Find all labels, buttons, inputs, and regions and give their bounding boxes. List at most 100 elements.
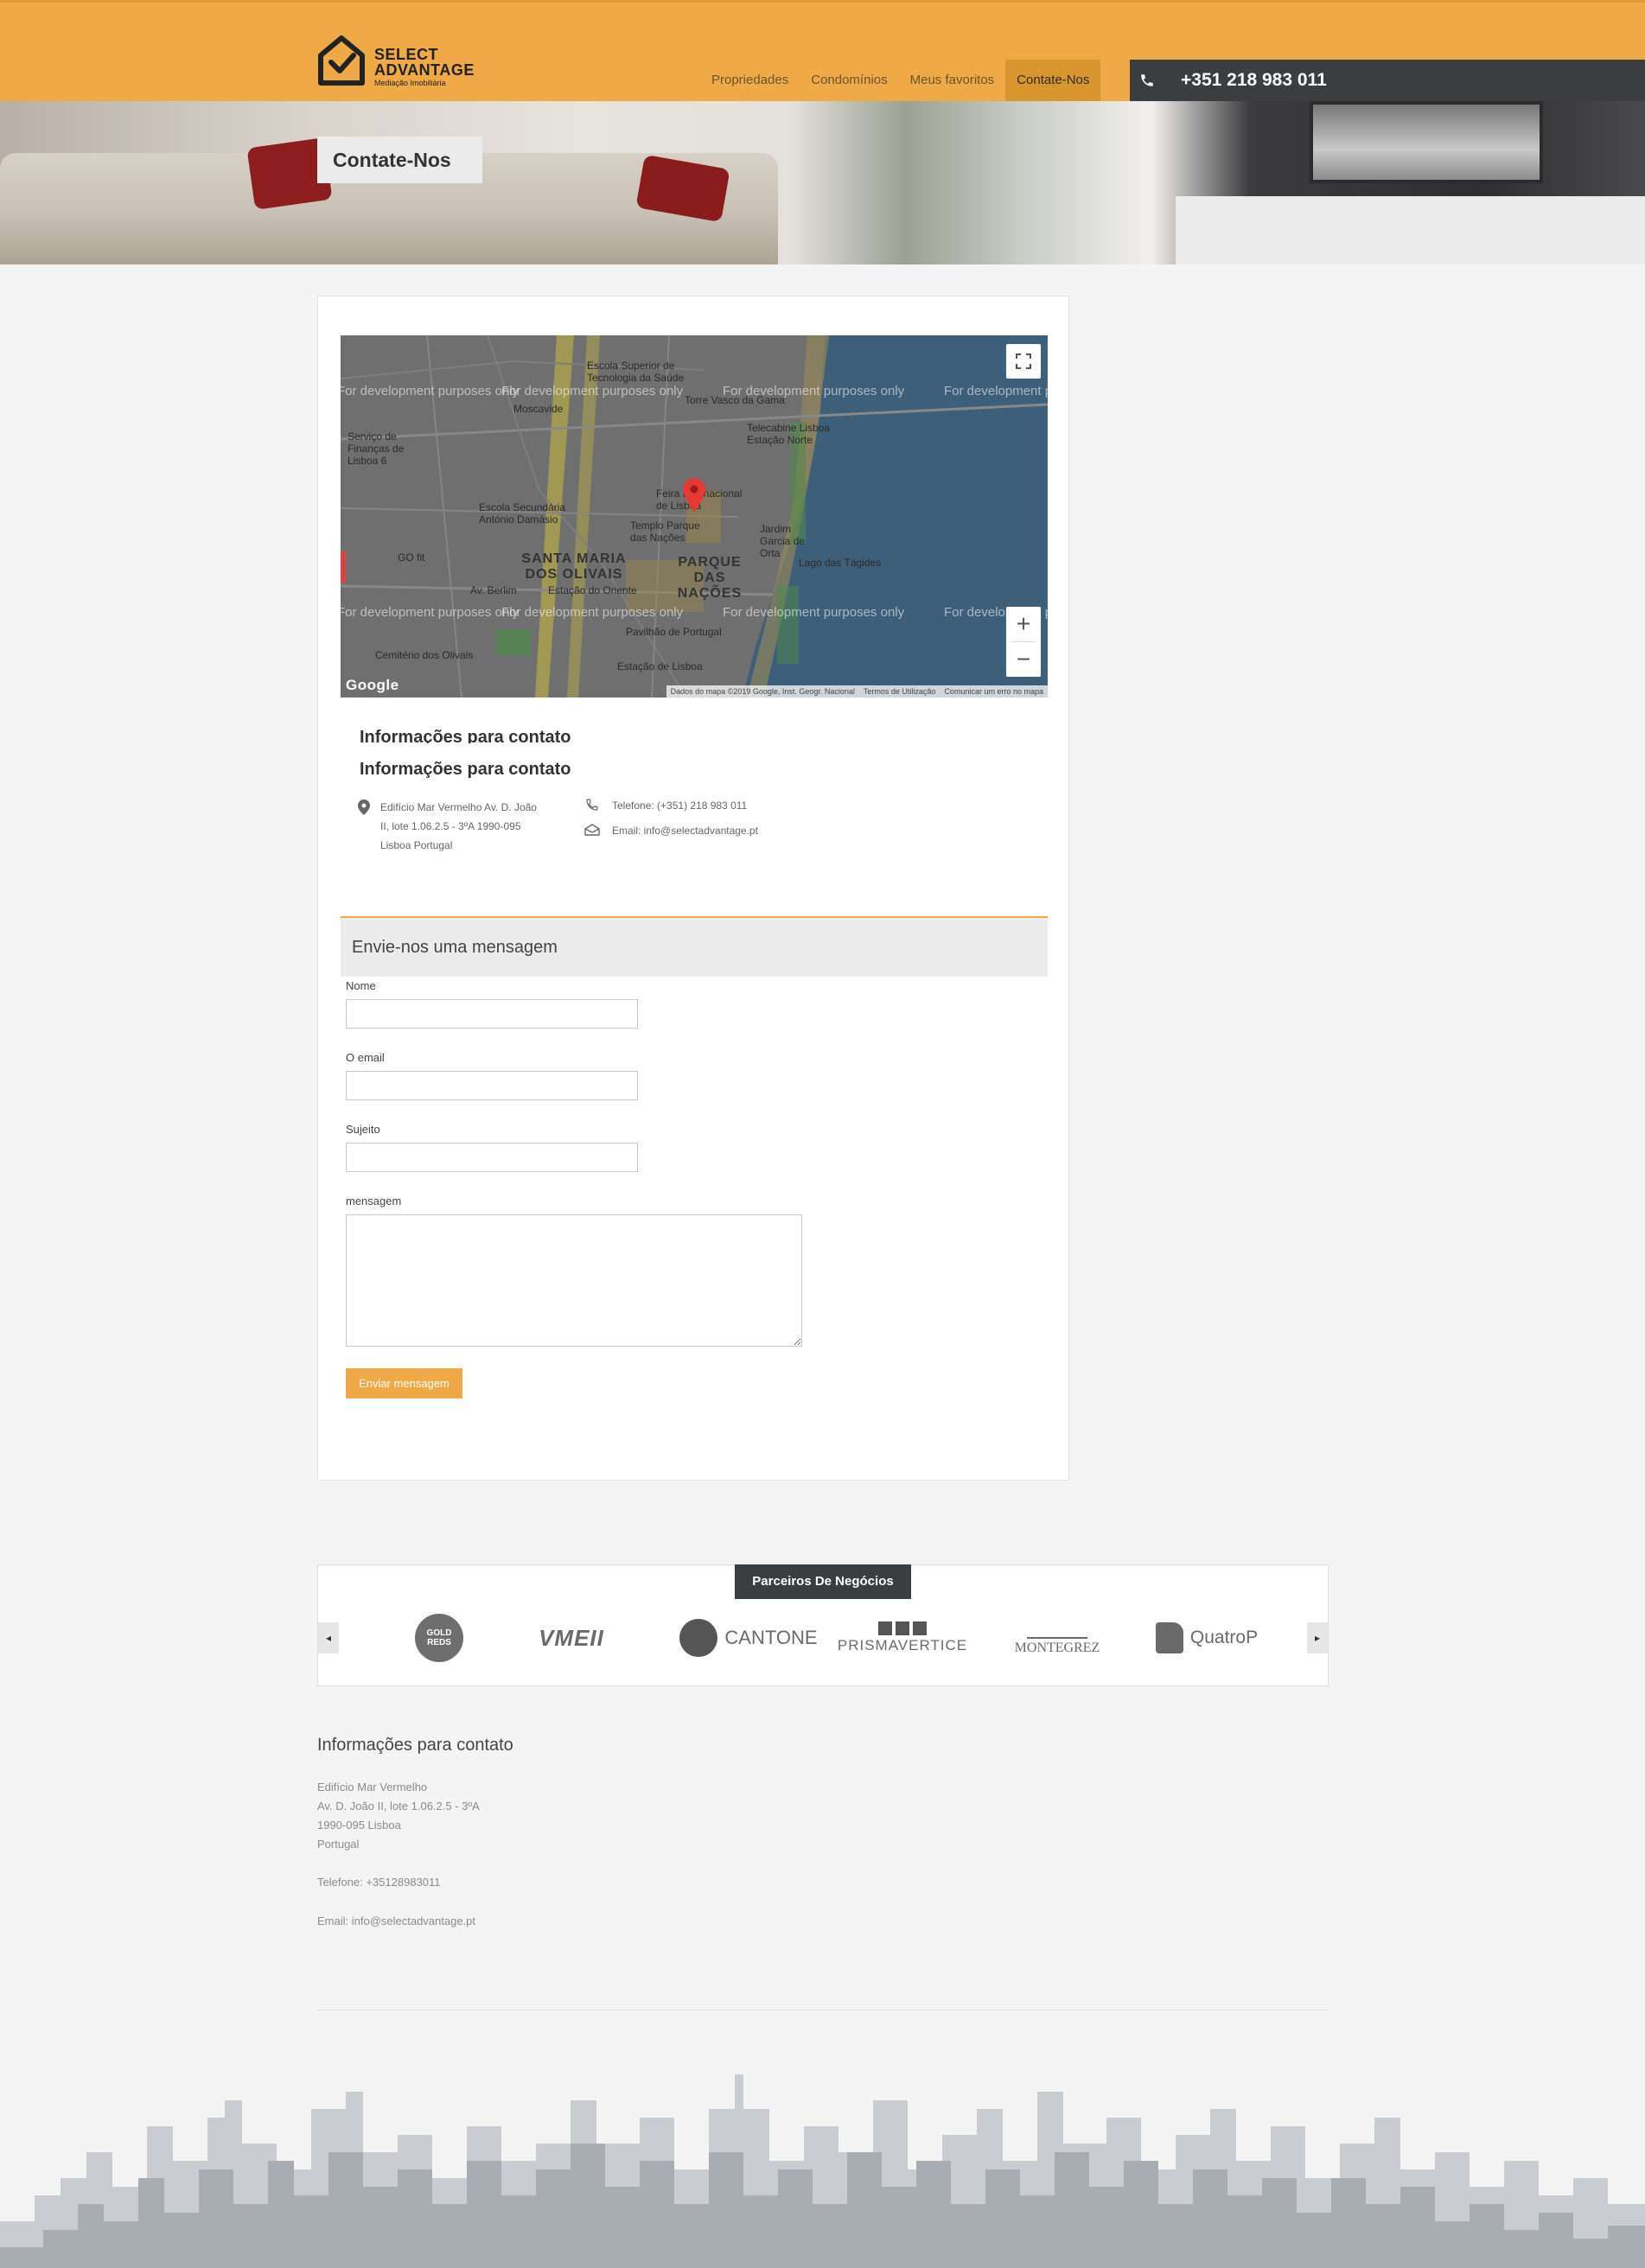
message-label: mensagem: [346, 1195, 402, 1207]
site-logo[interactable]: SELECT ADVANTAGE Mediação Imobiliária: [317, 35, 481, 92]
subject-field[interactable]: [346, 1143, 638, 1172]
nav-item-propriedades[interactable]: Propriedades: [700, 60, 800, 101]
header-phone-number[interactable]: +351 218 983 011: [1181, 60, 1327, 101]
map-label: Serviço de Finanças de Lisboa 6: [347, 430, 405, 467]
map-label: Lago das Tágides: [799, 557, 882, 569]
brand-line-2: ADVANTAGE: [374, 61, 475, 79]
map-watermark: For development purposes only: [944, 384, 1048, 398]
email-label: O email: [346, 1051, 385, 1064]
partner-logo-quatrop[interactable]: QuatroP: [1142, 1614, 1272, 1662]
gold-reds-line2: REDS: [427, 1638, 451, 1647]
send-message-button[interactable]: Enviar mensagem: [346, 1368, 462, 1398]
map-label: Av. Berlim: [470, 584, 517, 596]
gold-reds-line1: GOLD: [426, 1628, 452, 1638]
nav-item-favoritos[interactable]: Meus favoritos: [899, 60, 1006, 101]
quatrop-text: QuatroP: [1189, 1628, 1259, 1647]
nav-item-condominios[interactable]: Condomínios: [800, 60, 898, 101]
gold-reds-badge: GOLD REDS: [415, 1614, 463, 1662]
map-label: Torre Vasco da Gama: [685, 394, 785, 406]
partner-logo-montegrez[interactable]: MONTEGREZ: [1001, 1614, 1113, 1662]
contact-phone[interactable]: Telefone: (+351) 218 983 011: [612, 796, 747, 815]
chevron-left-icon[interactable]: ◂: [318, 1622, 339, 1653]
map-attribution: Dados do mapa ©2019 Google, Inst. Geogr.…: [666, 685, 1048, 698]
map-label: Jardim Garcia de Orta: [760, 523, 806, 559]
phone-icon: [585, 798, 599, 816]
house-check-icon: [318, 35, 365, 86]
contact-card: For development purposes only For develo…: [317, 296, 1069, 1481]
montegrez-text: MONTEGREZ: [1014, 1640, 1100, 1655]
map-label: Estação do Oriente: [548, 584, 637, 596]
contact-address-line: Lisboa Portugal: [380, 839, 453, 851]
email-field[interactable]: [346, 1071, 638, 1100]
hero-banner: [0, 101, 1645, 264]
page-title: Contate-Nos: [333, 149, 451, 171]
fullscreen-icon[interactable]: [1006, 344, 1041, 379]
map-label: Escola Superior de Tecnologia da Saúde: [587, 360, 685, 384]
map-label: Estação de Lisboa: [617, 660, 703, 672]
map-label: Telecabine Lisboa Estação Norte: [747, 422, 831, 446]
partner-logo-cantone[interactable]: CANTONE: [679, 1614, 818, 1662]
map-data-credit: Dados do mapa ©2019 Google, Inst. Geogr.…: [670, 687, 855, 696]
chevron-right-icon[interactable]: ▸: [1307, 1622, 1328, 1653]
map-watermark: For development purposes only: [341, 384, 520, 398]
footer-address-line: Portugal: [317, 1838, 360, 1851]
zoom-in-button[interactable]: +: [1006, 607, 1041, 641]
vme-text: VMEII: [539, 1624, 604, 1651]
map-label: Pavilhão de Portugal: [626, 626, 722, 638]
name-label: Nome: [346, 979, 376, 992]
map-label: GO fit: [398, 551, 425, 564]
prismavertice-text: PRISMAVERTICE: [837, 1637, 968, 1653]
partner-logo-prismavertice[interactable]: PRISMAVERTICE: [838, 1614, 966, 1662]
message-form-header: Envie-nos uma mensagem: [341, 916, 1048, 977]
subject-label: Sujeito: [346, 1123, 380, 1136]
map-label: Templo Parque das Nações: [630, 519, 700, 544]
map-label: Cemitério dos Olivais: [375, 649, 474, 661]
footer-phone[interactable]: Telefone: +35128983011: [317, 1876, 441, 1889]
montegrez-crest: [1027, 1620, 1087, 1639]
map-report-link[interactable]: Comunicar um erro no mapa: [940, 685, 1048, 698]
zoom-out-button[interactable]: −: [1006, 642, 1041, 677]
page-title-box: Contate-Nos: [317, 137, 482, 183]
partner-logo-gold-reds[interactable]: GOLD REDS: [413, 1614, 465, 1662]
nav-item-contate-nos[interactable]: Contate-Nos: [1005, 60, 1101, 101]
name-field[interactable]: [346, 999, 638, 1029]
map-watermark: For development purposes only: [341, 605, 520, 620]
map-label: Moscavide: [513, 403, 564, 415]
map-watermark: For development purposes only: [501, 605, 684, 620]
footer-address-line: Av. D. João II, lote 1.06.2.5 - 3ºA: [317, 1800, 480, 1812]
google-map[interactable]: For development purposes only For develo…: [341, 335, 1048, 698]
map-marker-icon[interactable]: [683, 478, 705, 513]
contact-email[interactable]: Email: info@selectadvantage.pt: [612, 821, 758, 840]
contact-address-line: II, lote 1.06.2.5 - 3ºA 1990-095: [380, 820, 521, 832]
map-zoom-control: + −: [1006, 607, 1041, 677]
map-watermark: For development purposes only: [723, 605, 905, 620]
footer-contact-heading: Informações para contato: [317, 1736, 513, 1755]
quatrop-mark: [1155, 1622, 1183, 1653]
contact-heading: Informações para contato: [360, 760, 571, 779]
cantone-text: CANTONE: [724, 1627, 818, 1648]
contact-address-line: Edifício Mar Vermelho Av. D. João: [380, 801, 537, 813]
google-logo[interactable]: Google: [346, 677, 399, 694]
map-watermark: For development purposes only: [501, 384, 684, 398]
main-nav: Propriedades Condomínios Meus favoritos …: [700, 60, 1101, 101]
partner-logo-vme[interactable]: VMEII: [524, 1614, 619, 1662]
map-district-label: SANTA MARIA DOS OLIVAIS: [521, 551, 627, 582]
location-pin-icon: [358, 800, 370, 819]
footer-email[interactable]: Email: info@selectadvantage.pt: [317, 1914, 475, 1927]
site-header: SELECT ADVANTAGE Mediação Imobiliária Pr…: [0, 0, 1645, 101]
envelope-icon: [584, 824, 600, 840]
brand-line-1: SELECT: [374, 46, 439, 63]
contact-heading-duplicate: Informações para contato: [360, 728, 571, 743]
partners-title: Parceiros De Negócios: [735, 1564, 911, 1599]
phone-icon: [1130, 60, 1164, 101]
footer-address-line: Edifício Mar Vermelho: [317, 1781, 428, 1793]
cantone-mark: [679, 1619, 718, 1657]
map-terms-link[interactable]: Termos de Utilização: [859, 685, 940, 698]
map-district-label: PARQUE DAS NAÇÕES: [677, 555, 743, 601]
prismavertice-mark: [878, 1621, 927, 1635]
city-skyline-illustration: [0, 2074, 1645, 2268]
hero-cabinet: [1176, 196, 1645, 264]
message-textarea[interactable]: [346, 1214, 802, 1347]
partners-carousel: Parceiros De Negócios ◂ ▸ GOLD REDS VMEI…: [317, 1564, 1329, 1686]
hero-tv: [1310, 101, 1543, 183]
